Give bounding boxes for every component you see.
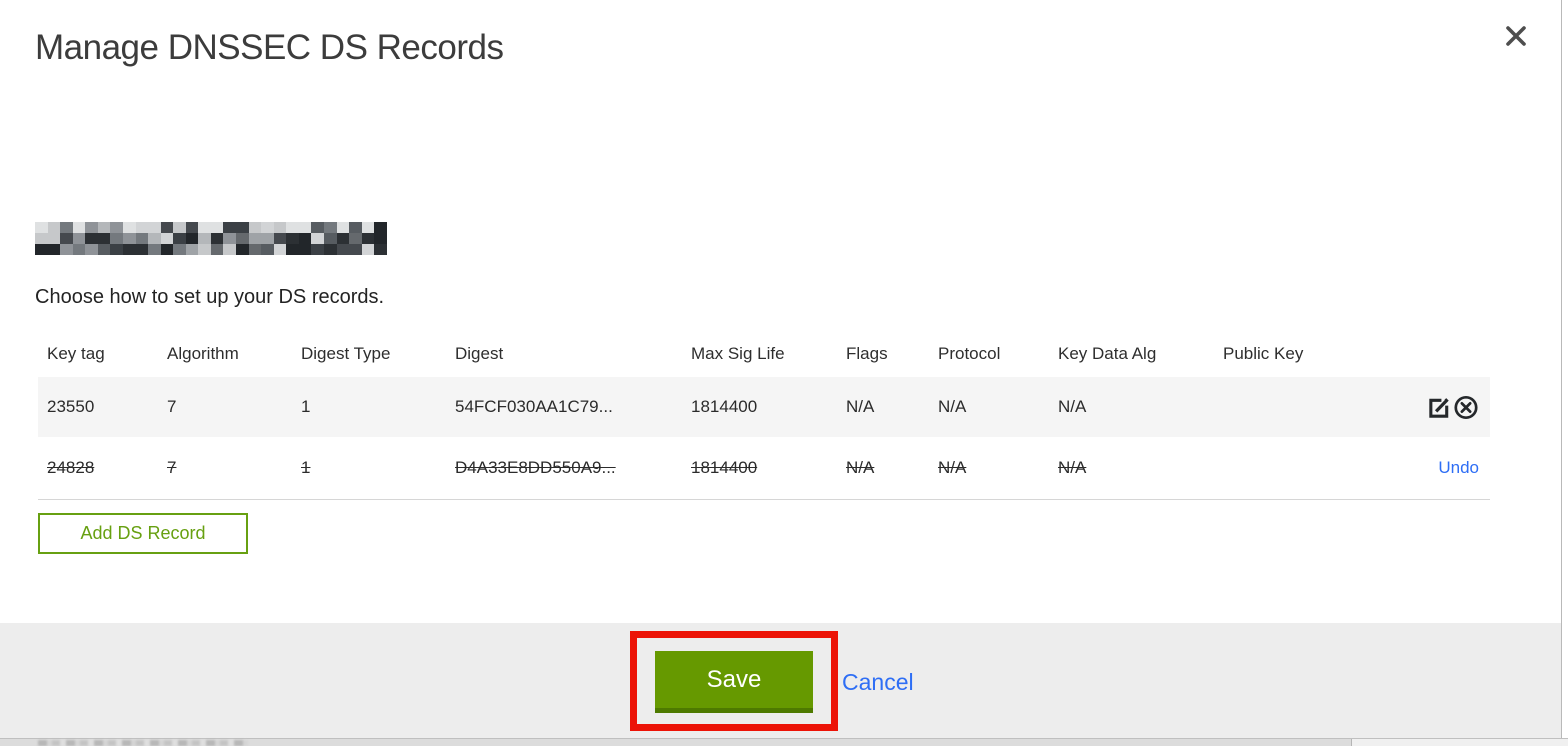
cell-digest-type: 1 bbox=[301, 397, 311, 416]
table-row-deleted: 24828 7 1 D4A33E8DD550A9... 1814400 N/A … bbox=[38, 437, 1490, 500]
cell-digest-type: 1 bbox=[301, 458, 311, 477]
cell-key-tag: 24828 bbox=[47, 458, 95, 477]
cell-algorithm: 7 bbox=[167, 397, 177, 416]
ds-records-table: Key tag Algorithm Digest Type Digest Max… bbox=[38, 330, 1490, 500]
edit-record-icon[interactable] bbox=[1426, 394, 1452, 420]
cell-max-sig-life: 1814400 bbox=[691, 458, 758, 477]
cell-flags: N/A bbox=[846, 397, 875, 416]
right-gutter bbox=[1562, 0, 1568, 738]
cell-key-data-alg: N/A bbox=[1058, 458, 1087, 477]
background-page-blur bbox=[38, 740, 248, 746]
col-header-flags: Flags bbox=[846, 343, 888, 363]
cell-max-sig-life: 1814400 bbox=[691, 397, 758, 416]
cell-flags: N/A bbox=[846, 458, 875, 477]
cell-digest: D4A33E8DD550A9... bbox=[455, 458, 616, 477]
table-header-row: Key tag Algorithm Digest Type Digest Max… bbox=[38, 330, 1490, 377]
row-actions: Undo bbox=[1394, 458, 1490, 478]
cell-digest: 54FCF030AA1C79... bbox=[455, 397, 613, 416]
cell-key-data-alg: N/A bbox=[1058, 397, 1087, 416]
save-button[interactable]: Save bbox=[655, 651, 813, 713]
cell-protocol: N/A bbox=[938, 397, 967, 416]
cancel-link[interactable]: Cancel bbox=[842, 669, 914, 696]
close-icon[interactable] bbox=[1502, 22, 1530, 50]
col-header-max-sig-life: Max Sig Life bbox=[691, 343, 785, 363]
cell-key-tag: 23550 bbox=[47, 397, 95, 416]
delete-record-icon[interactable] bbox=[1453, 394, 1479, 420]
col-header-key-tag: Key tag bbox=[47, 343, 105, 363]
row-actions bbox=[1394, 394, 1490, 420]
add-ds-record-button[interactable]: Add DS Record bbox=[38, 513, 248, 554]
col-header-algorithm: Algorithm bbox=[167, 343, 239, 363]
page-title: Manage DNSSEC DS Records bbox=[35, 28, 504, 67]
dnssec-modal: Manage DNSSEC DS Records Choose how to s… bbox=[0, 0, 1568, 746]
col-header-public-key: Public Key bbox=[1223, 343, 1304, 363]
cell-protocol: N/A bbox=[938, 458, 967, 477]
undo-link[interactable]: Undo bbox=[1438, 458, 1479, 478]
background-page-strip-right bbox=[1351, 739, 1568, 746]
redacted-domain-name bbox=[35, 222, 387, 255]
col-header-digest: Digest bbox=[455, 343, 504, 363]
cell-algorithm: 7 bbox=[167, 458, 177, 477]
col-header-key-data-alg: Key Data Alg bbox=[1058, 343, 1157, 363]
col-header-digest-type: Digest Type bbox=[301, 343, 391, 363]
instruction-text: Choose how to set up your DS records. bbox=[35, 286, 385, 308]
col-header-protocol: Protocol bbox=[938, 343, 1001, 363]
table-row: 23550 7 1 54FCF030AA1C79... 1814400 N/A … bbox=[38, 377, 1490, 437]
